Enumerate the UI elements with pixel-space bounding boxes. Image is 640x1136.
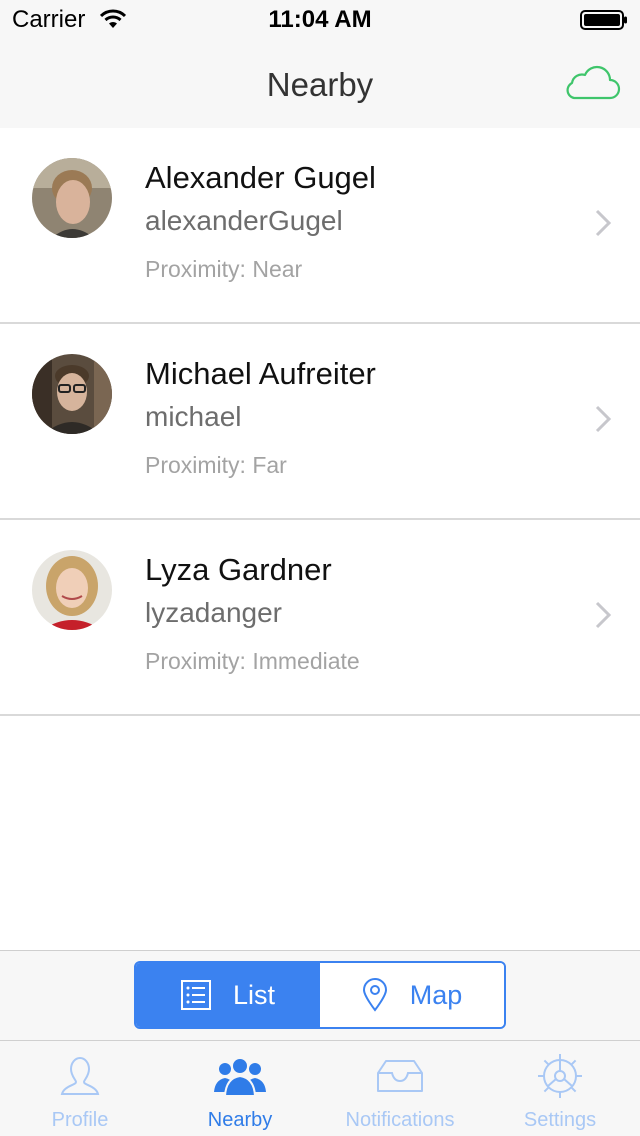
tab-label: Notifications <box>345 1109 455 1131</box>
map-view-label: Map <box>409 979 463 1010</box>
tab-profile[interactable]: Profile <box>0 1041 160 1136</box>
navigation-bar: Nearby <box>0 40 640 128</box>
proximity-label: Proximity: Far <box>145 452 287 478</box>
person-icon <box>60 1056 100 1095</box>
avatar <box>32 550 112 630</box>
group-icon <box>214 1057 266 1096</box>
gear-icon <box>538 1054 582 1098</box>
view-segmented-control: List Map <box>134 961 506 1029</box>
tab-label: Nearby <box>207 1109 273 1131</box>
page-title: Nearby <box>266 66 374 103</box>
user-row[interactable]: Alexander Gugel alexanderGugel Proximity… <box>0 128 640 324</box>
list-icon <box>180 980 211 1010</box>
user-handle: alexanderGugel <box>145 205 343 236</box>
proximity-label: Proximity: Near <box>145 256 303 282</box>
nearby-user-list: Alexander Gugel alexanderGugel Proximity… <box>0 128 640 716</box>
view-toggle-bar: List Map <box>0 950 640 1040</box>
list-view-label: List <box>232 979 276 1010</box>
tab-label: Profile <box>51 1109 109 1131</box>
chevron-right-icon <box>595 405 612 433</box>
tab-nearby[interactable]: Nearby <box>160 1041 320 1136</box>
avatar <box>32 158 112 238</box>
chevron-right-icon <box>595 209 612 237</box>
map-pin-icon <box>362 978 387 1012</box>
map-view-segment[interactable]: Map <box>320 963 504 1027</box>
chevron-right-icon <box>595 601 612 629</box>
proximity-label: Proximity: Immediate <box>145 648 360 674</box>
list-view-segment[interactable]: List <box>136 963 320 1027</box>
user-handle: michael <box>145 401 242 432</box>
cloud-icon[interactable] <box>562 64 622 104</box>
tab-settings[interactable]: Settings <box>480 1041 640 1136</box>
user-name: Michael Aufreiter <box>145 356 376 391</box>
user-handle: lyzadanger <box>145 597 282 628</box>
battery-icon <box>580 10 627 30</box>
user-row[interactable]: Michael Aufreiter michael Proximity: Far <box>0 324 640 520</box>
inbox-icon <box>377 1060 423 1092</box>
user-name: Alexander Gugel <box>145 160 376 195</box>
user-name: Lyza Gardner <box>145 552 332 587</box>
tab-label: Settings <box>523 1109 597 1131</box>
tab-notifications[interactable]: Notifications <box>320 1041 480 1136</box>
status-time: 11:04 AM <box>268 6 372 33</box>
user-row[interactable]: Lyza Gardner lyzadanger Proximity: Immed… <box>0 520 640 716</box>
avatar <box>32 354 112 434</box>
status-bar: Carrier 11:04 AM <box>0 0 640 40</box>
tab-bar: Profile Nearby Notifications Settings <box>0 1040 640 1136</box>
